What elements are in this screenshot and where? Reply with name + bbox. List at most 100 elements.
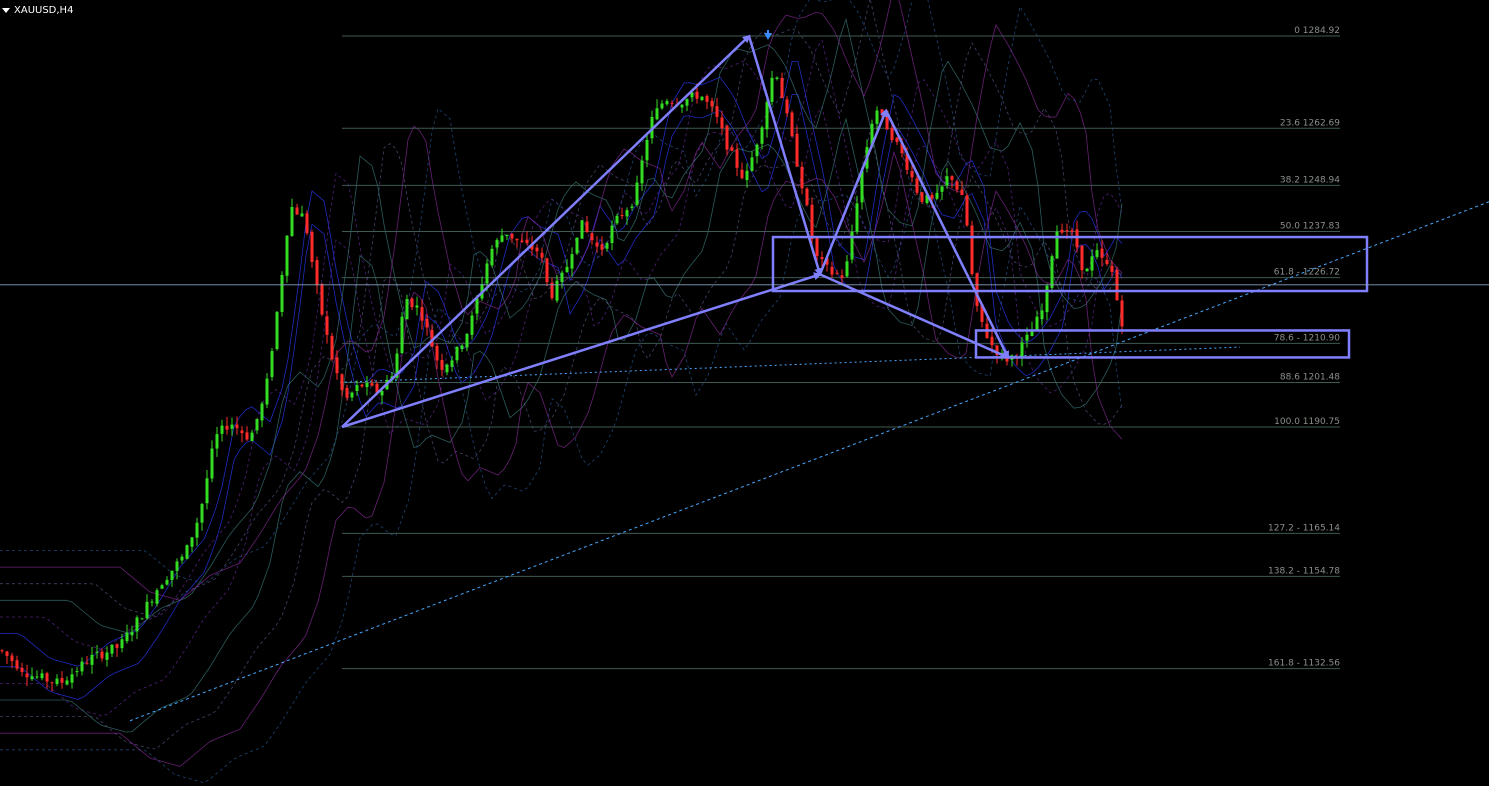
candle-body — [595, 242, 599, 247]
candle-body — [495, 239, 499, 248]
candle-body — [1020, 342, 1024, 358]
pattern-xb-leg[interactable] — [341, 272, 822, 429]
candle-body — [580, 220, 584, 239]
candle-body — [855, 203, 859, 232]
fib-label: 0 1284.92 — [1294, 26, 1340, 36]
candle-body — [75, 671, 79, 673]
ma-line — [0, 61, 1123, 667]
candle-body — [85, 662, 89, 664]
candle-body — [305, 213, 309, 234]
candle-body — [830, 266, 834, 275]
candle-body — [765, 102, 769, 130]
candle-body — [245, 432, 249, 440]
fib-label: 127.2 - 1165.14 — [1268, 523, 1340, 533]
candle-body — [655, 108, 659, 120]
candle-body — [65, 680, 69, 685]
candle-body — [370, 383, 374, 386]
fib-label: 138.2 - 1154.78 — [1268, 566, 1340, 576]
candle-body — [160, 585, 164, 589]
dotted-level-line[interactable] — [339, 346, 1241, 383]
candle-body — [445, 364, 449, 373]
candle-body — [20, 667, 24, 672]
candle-body — [190, 537, 194, 547]
candle-body — [890, 128, 894, 140]
candle-body — [810, 204, 814, 240]
candle-body — [570, 254, 574, 269]
candle-body — [15, 660, 19, 669]
candle-body — [760, 127, 764, 144]
candle-body — [950, 176, 954, 180]
candle-body — [355, 385, 359, 391]
candle-body — [345, 387, 349, 398]
candle-body — [175, 561, 179, 571]
candle-body — [105, 652, 109, 660]
candle-body — [70, 674, 74, 683]
candle-body — [935, 192, 939, 199]
candle-body — [685, 99, 689, 106]
candle-body — [200, 504, 204, 523]
candle-body — [205, 478, 209, 504]
candle-body — [620, 215, 624, 217]
candle-body — [60, 678, 64, 683]
candle-body — [300, 213, 304, 217]
moving-averages — [0, 0, 1123, 784]
candle-body — [325, 316, 329, 335]
candle-body — [680, 104, 684, 108]
chart-window[interactable]: 0 1284.92 23.6 1262.69 38.2 1248.94 50.0 12… — [0, 0, 1489, 786]
candle-body — [460, 345, 464, 349]
candle-body — [915, 178, 919, 193]
candle-body — [255, 418, 259, 431]
fib-label: 38.2 1248.94 — [1280, 175, 1340, 185]
candle-body — [735, 149, 739, 168]
candle-body — [1065, 230, 1069, 232]
candle-body — [775, 77, 779, 79]
candle-body — [745, 170, 749, 181]
pattern-bd-leg[interactable] — [819, 273, 1010, 359]
candle-body — [290, 207, 294, 236]
candle-body — [630, 206, 634, 208]
candle-body — [310, 231, 314, 263]
candle-body — [1100, 248, 1104, 258]
trendlines[interactable] — [129, 201, 1489, 722]
dropdown-arrow-icon[interactable] — [2, 7, 10, 13]
candlesticks — [0, 70, 1124, 692]
candle-body — [440, 359, 444, 370]
candle-body — [365, 382, 369, 388]
candle-body — [240, 430, 244, 434]
candle-body — [670, 102, 674, 104]
candle-body — [750, 157, 754, 171]
candle-body — [520, 240, 524, 243]
candle-body — [835, 272, 839, 274]
candle-body — [465, 333, 469, 348]
candle-body — [360, 384, 364, 387]
candle-body — [30, 676, 34, 680]
candle-body — [90, 654, 94, 665]
candle-body — [235, 424, 239, 429]
candle-body — [565, 266, 569, 272]
candle-body — [540, 252, 544, 258]
candle-body — [35, 676, 39, 678]
fibonacci-retracement[interactable]: 0 1284.92 23.6 1262.69 38.2 1248.94 50.0 12… — [342, 26, 1340, 670]
trendline[interactable] — [129, 201, 1489, 722]
candle-body — [840, 275, 844, 278]
candle-body — [815, 237, 819, 256]
candle-body — [250, 432, 254, 442]
candle-body — [405, 299, 409, 320]
candle-body — [1095, 250, 1099, 257]
candle-body — [415, 305, 419, 308]
candle-body — [125, 632, 129, 642]
candle-body — [560, 272, 564, 282]
candle-body — [410, 298, 414, 308]
candle-body — [25, 673, 29, 678]
price-chart[interactable]: 0 1284.92 23.6 1262.69 38.2 1248.94 50.0 12… — [0, 0, 1489, 786]
candle-body — [100, 651, 104, 659]
candle-body — [340, 374, 344, 391]
ma-line — [0, 17, 1123, 633]
candle-body — [1060, 229, 1064, 233]
pattern-leg[interactable] — [747, 35, 823, 277]
ma-line — [0, 0, 1123, 601]
candle-body — [970, 225, 974, 275]
ma-line — [0, 131, 1123, 750]
candle-body — [720, 117, 724, 129]
symbol-header: XAUUSD,H4 — [0, 3, 73, 17]
